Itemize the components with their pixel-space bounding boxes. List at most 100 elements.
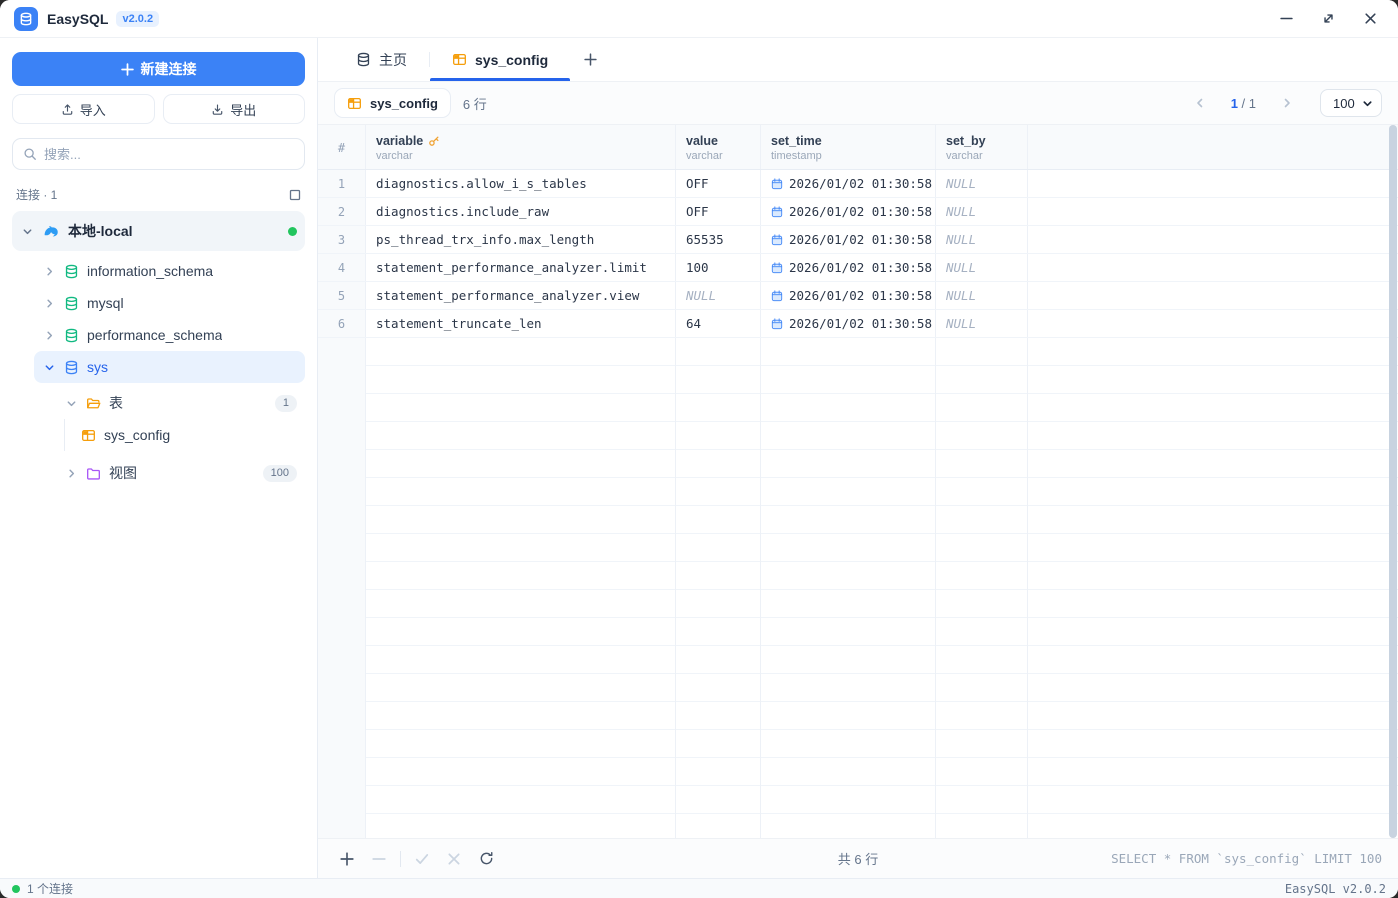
tree-folder-tables[interactable]: 表 1 — [56, 387, 305, 419]
cell-value[interactable]: 64 — [676, 310, 761, 337]
cell-variable[interactable]: ps_thread_trx_info.max_length — [366, 226, 676, 253]
header-filler — [1028, 125, 1398, 169]
header-value[interactable]: value varchar — [676, 125, 761, 169]
table-body: 1diagnostics.allow_i_s_tablesOFF2026/01/… — [318, 170, 1398, 338]
tab-sys-config[interactable]: sys_config — [430, 38, 570, 81]
database-icon — [64, 360, 79, 375]
main-area: 主页 sys_config sys_config 6 行 — [318, 38, 1398, 878]
new-tab-button[interactable] — [570, 38, 610, 81]
chevron-left-icon — [1194, 97, 1206, 109]
cell-variable[interactable]: diagnostics.allow_i_s_tables — [366, 170, 676, 197]
cell-set-by[interactable]: NULL — [936, 254, 1028, 281]
table-name-chip[interactable]: sys_config — [334, 88, 451, 118]
table-icon — [81, 428, 96, 443]
chevron-right-icon[interactable] — [42, 330, 56, 341]
row-number: 6 — [318, 310, 366, 337]
tree-connection-local[interactable]: 本地-local — [12, 211, 305, 251]
tree-db-mysql[interactable]: mysql — [34, 287, 305, 319]
collapse-all-icon[interactable] — [289, 189, 301, 201]
header-variable[interactable]: variable varchar — [366, 125, 676, 169]
cell-set-time[interactable]: 2026/01/02 01:30:58 — [761, 198, 936, 225]
table-header-row: # variable varchar value varchar set_tim… — [318, 125, 1398, 170]
connections-header: 连接 · 1 — [12, 186, 305, 211]
vertical-scrollbar[interactable] — [1389, 125, 1397, 838]
total-pages: / 1 — [1238, 96, 1256, 111]
add-row-button[interactable] — [334, 846, 360, 872]
tree-db-sys[interactable]: sys — [34, 351, 305, 383]
header-set-time[interactable]: set_time timestamp — [761, 125, 936, 169]
import-button[interactable]: 导入 — [12, 94, 155, 124]
database-icon — [64, 264, 79, 279]
header-set-by[interactable]: set_by varchar — [936, 125, 1028, 169]
cell-set-time[interactable]: 2026/01/02 01:30:58 — [761, 226, 936, 253]
tab-home[interactable]: 主页 — [334, 38, 429, 81]
page-size-select[interactable]: 100 — [1320, 89, 1382, 117]
table-row[interactable]: 1diagnostics.allow_i_s_tablesOFF2026/01/… — [318, 170, 1398, 198]
table-row[interactable]: 4statement_performance_analyzer.limit100… — [318, 254, 1398, 282]
table-icon — [452, 52, 467, 67]
table-row[interactable]: 6statement_truncate_len642026/01/02 01:3… — [318, 310, 1398, 338]
commit-changes-button[interactable] — [409, 846, 435, 872]
cell-value[interactable]: OFF — [676, 170, 761, 197]
search-input[interactable] — [44, 147, 294, 162]
table-row[interactable]: 2diagnostics.include_rawOFF2026/01/02 01… — [318, 198, 1398, 226]
tree-db-information-schema[interactable]: information_schema — [34, 255, 305, 287]
cell-variable[interactable]: statement_performance_analyzer.view — [366, 282, 676, 309]
table-label: sys_config — [104, 427, 170, 443]
cell-set-time[interactable]: 2026/01/02 01:30:58 — [761, 310, 936, 337]
tree-db-performance-schema[interactable]: performance_schema — [34, 319, 305, 351]
cell-value[interactable]: OFF — [676, 198, 761, 225]
chevron-right-icon — [1281, 97, 1293, 109]
refresh-button[interactable] — [473, 846, 499, 872]
cell-set-by[interactable]: NULL — [936, 310, 1028, 337]
chevron-right-icon[interactable] — [42, 298, 56, 309]
page-indicator: 1 / 1 — [1231, 96, 1256, 111]
app-logo-icon — [14, 7, 38, 31]
row-number: 5 — [318, 282, 366, 309]
cell-set-by[interactable]: NULL — [936, 226, 1028, 253]
tree-table-sys-config[interactable]: sys_config — [73, 419, 305, 451]
connections-count-label: 连接 · 1 — [16, 186, 57, 203]
chevron-down-icon[interactable] — [42, 362, 56, 373]
cell-set-time[interactable]: 2026/01/02 01:30:58 — [761, 254, 936, 281]
tables-children: sys_config — [64, 419, 305, 451]
tables-count-badge: 1 — [275, 395, 297, 412]
new-connection-label: 新建连接 — [141, 59, 197, 79]
cell-variable[interactable]: statement_performance_analyzer.limit — [366, 254, 676, 281]
footer-toolbar: 共 6 行 SELECT * FROM `sys_config` LIMIT 1… — [318, 838, 1398, 878]
cell-set-by[interactable]: NULL — [936, 282, 1028, 309]
db-label: information_schema — [87, 263, 213, 279]
cell-set-by[interactable]: NULL — [936, 170, 1028, 197]
table-toolbar: sys_config 6 行 1 / 1 100 — [318, 82, 1398, 124]
chevron-down-icon[interactable] — [64, 398, 78, 409]
tab-home-label: 主页 — [379, 50, 407, 70]
tables-folder-icon — [86, 396, 101, 411]
export-button[interactable]: 导出 — [163, 94, 306, 124]
cell-filler — [1028, 282, 1398, 309]
chevron-down-icon[interactable] — [20, 226, 34, 237]
next-page-button[interactable] — [1274, 90, 1300, 116]
table-row[interactable]: 3ps_thread_trx_info.max_length655352026/… — [318, 226, 1398, 254]
maximize-button[interactable] — [1320, 11, 1336, 27]
delete-row-button[interactable] — [366, 846, 392, 872]
chevron-right-icon[interactable] — [64, 468, 78, 479]
minimize-button[interactable] — [1278, 11, 1294, 27]
cell-variable[interactable]: diagnostics.include_raw — [366, 198, 676, 225]
empty-rows-area — [318, 338, 1398, 838]
cell-variable[interactable]: statement_truncate_len — [366, 310, 676, 337]
status-connections-label: 1 个连接 — [27, 880, 73, 897]
cell-value[interactable]: NULL — [676, 282, 761, 309]
discard-changes-button[interactable] — [441, 846, 467, 872]
close-button[interactable] — [1362, 11, 1378, 27]
prev-page-button[interactable] — [1187, 90, 1213, 116]
cell-set-time[interactable]: 2026/01/02 01:30:58 — [761, 282, 936, 309]
chevron-right-icon[interactable] — [42, 266, 56, 277]
home-database-icon — [356, 52, 371, 67]
new-connection-button[interactable]: 新建连接 — [12, 52, 305, 86]
cell-value[interactable]: 100 — [676, 254, 761, 281]
cell-value[interactable]: 65535 — [676, 226, 761, 253]
cell-set-by[interactable]: NULL — [936, 198, 1028, 225]
tree-folder-views[interactable]: 视图 100 — [56, 457, 305, 489]
table-row[interactable]: 5statement_performance_analyzer.viewNULL… — [318, 282, 1398, 310]
cell-set-time[interactable]: 2026/01/02 01:30:58 — [761, 170, 936, 197]
